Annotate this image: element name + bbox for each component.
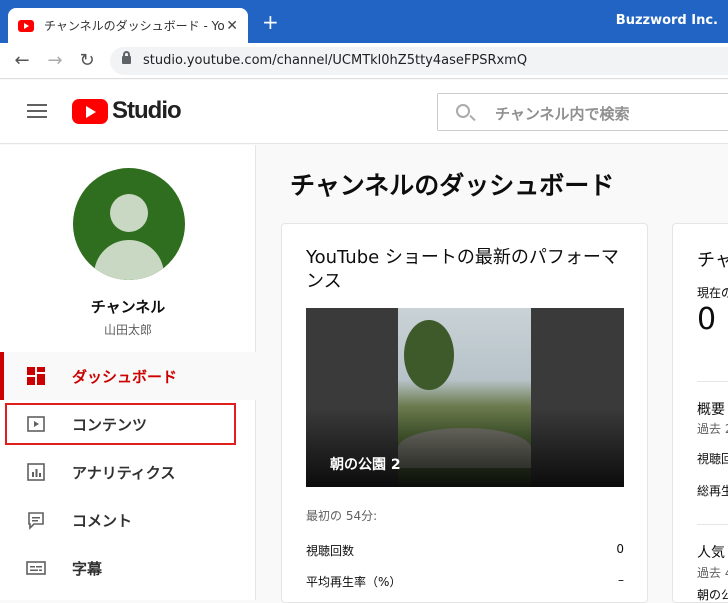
sidebar-item-label: アナリティクス [72, 464, 176, 482]
stat-row-views: 視聴回数 0 [306, 542, 624, 559]
video-thumbnail[interactable]: 朝の公園 2 [306, 308, 624, 487]
sidebar-item-label: 字幕 [72, 560, 103, 578]
tab-title: チャンネルのダッシュボード - YouTube Studio [44, 19, 224, 33]
reload-icon[interactable]: ↻ [77, 51, 97, 71]
popular-video-title[interactable]: 朝の公 [697, 586, 728, 602]
sidebar: チャンネル 山田太郎 ダッシュボード コンテンツ アナリティクス コメント 字幕 [0, 145, 256, 600]
lock-icon [122, 51, 131, 64]
menu-icon[interactable] [27, 104, 47, 118]
current-subscribers-label: 現在の [697, 286, 728, 300]
card-title: YouTube ショートの最新のパフォーマンス [306, 247, 619, 292]
page-title: チャンネルのダッシュボード [290, 171, 615, 200]
search-placeholder: チャンネル内で検索 [495, 105, 630, 123]
summary-period: 過去 2 [697, 422, 728, 436]
analytics-icon [27, 463, 45, 481]
comment-icon [28, 512, 44, 530]
channel-analytics-card: チャ 現在の 0 概要 過去 2 視聴回 総再生 人気 過去 4 朝の公 [672, 223, 728, 603]
sidebar-item-analytics[interactable]: アナリティクス [0, 448, 256, 496]
channel-owner: 山田太郎 [103, 323, 152, 337]
views-label: 視聴回 [697, 452, 728, 466]
period-label: 最初の 54分: [306, 509, 378, 523]
dashboard-icon [27, 367, 45, 385]
browser-tab-strip: チャンネルのダッシュボード - YouTube Studio ✕ + Buzzw… [0, 0, 728, 43]
stat-value: 0 [616, 542, 624, 556]
subtitles-icon [26, 561, 46, 575]
stat-row-avg-view-rate: 平均再生率（%） – [306, 573, 624, 590]
video-title[interactable]: 朝の公園 2 [330, 454, 401, 474]
new-tab-icon[interactable]: + [262, 12, 279, 32]
content-highlight-box [5, 403, 236, 445]
stat-label: 視聴回数 [306, 544, 355, 558]
channel-avatar[interactable] [73, 168, 185, 280]
stat-value: – [618, 573, 624, 587]
popular-heading: 人気 [697, 545, 725, 561]
back-arrow-icon[interactable]: ← [12, 51, 32, 71]
sidebar-item-dashboard[interactable]: ダッシュボード [0, 352, 256, 400]
close-tab-icon[interactable]: ✕ [226, 18, 238, 34]
url-text[interactable]: studio.youtube.com/channel/UCMTkl0hZ5tty… [143, 53, 527, 68]
studio-header: Studio チャンネル内で検索 [0, 80, 728, 144]
analytics-card-title: チャ [697, 250, 728, 271]
stat-label: 平均再生率（%） [306, 575, 402, 589]
divider [697, 381, 728, 382]
sidebar-item-comments[interactable]: コメント [0, 496, 256, 544]
channel-name: チャンネル [90, 298, 166, 316]
watch-time-label: 総再生 [697, 484, 728, 498]
search-icon [456, 104, 470, 118]
youtube-logo-icon[interactable] [72, 99, 108, 124]
channel-search-input[interactable]: チャンネル内で検索 [437, 93, 728, 131]
sidebar-item-label: コメント [72, 512, 133, 530]
summary-heading: 概要 [697, 402, 725, 418]
sidebar-item-subtitles[interactable]: 字幕 [0, 544, 256, 592]
popular-period: 過去 4 [697, 566, 728, 580]
youtube-favicon-icon [18, 19, 34, 32]
browser-account-label[interactable]: Buzzword Inc. [616, 13, 718, 28]
shorts-performance-card: YouTube ショートの最新のパフォーマンス 朝の公園 2 最初の 54分: … [281, 223, 648, 603]
sidebar-item-label: ダッシュボード [72, 368, 178, 386]
subscriber-count: 0 [697, 302, 717, 337]
address-bar[interactable]: studio.youtube.com/channel/UCMTkl0hZ5tty… [110, 47, 728, 75]
forward-arrow-icon[interactable]: → [45, 51, 65, 71]
browser-tab[interactable]: チャンネルのダッシュボード - YouTube Studio ✕ [8, 8, 248, 43]
divider [697, 524, 728, 525]
studio-logo-text[interactable]: Studio [112, 97, 182, 125]
browser-toolbar: ← → ↻ studio.youtube.com/channel/UCMTkl0… [0, 43, 728, 79]
